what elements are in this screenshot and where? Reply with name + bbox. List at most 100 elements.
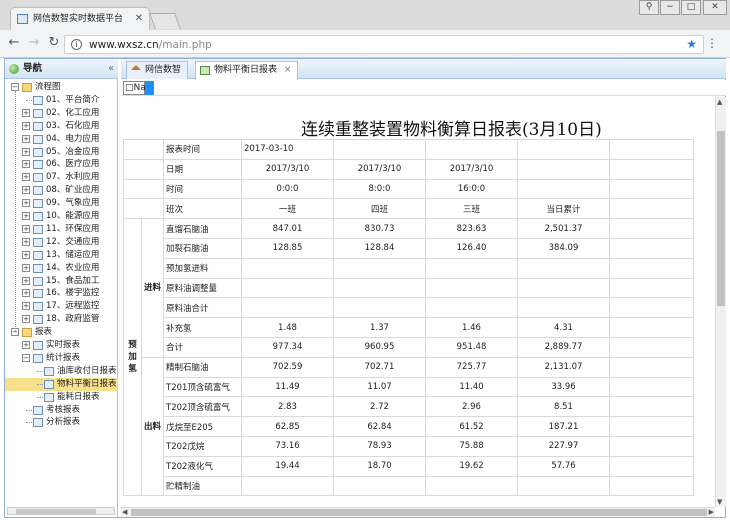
tree-stats-child-2[interactable]: 物料平衡日报表 <box>5 377 118 391</box>
expand-icon[interactable]: + <box>22 147 30 156</box>
bookmark-star-icon[interactable]: ★ <box>686 37 697 51</box>
minimize-icon[interactable]: − <box>660 0 680 15</box>
tree-item-18[interactable]: +18、政府监管 <box>5 313 118 326</box>
row-label: 时间 <box>163 178 242 200</box>
expand-icon[interactable]: + <box>22 121 30 130</box>
browser-tab[interactable]: 网信数智实时数据平台 ✕ <box>10 7 150 30</box>
tree-item-7[interactable]: +07、水利应用 <box>5 171 118 184</box>
tree-item-6[interactable]: +06、医疗应用 <box>5 158 118 171</box>
tree-item-15[interactable]: +15、食品加工 <box>5 275 118 288</box>
close-tab-icon[interactable]: × <box>284 65 292 75</box>
tree-item-3[interactable]: +03、石化应用 <box>5 120 118 133</box>
tree-root-flowchart[interactable]: − 流程图 <box>5 81 118 94</box>
forward-icon[interactable]: → <box>26 35 42 50</box>
tab-material-balance[interactable]: 物料平衡日报表 × <box>195 61 299 80</box>
expand-icon[interactable]: + <box>22 134 30 143</box>
reload-icon[interactable]: ↻ <box>46 35 62 50</box>
user-icon[interactable]: ⚲ <box>639 0 659 15</box>
report-icon <box>200 66 210 75</box>
tree-item-label: 18、政府监管 <box>46 314 100 325</box>
tree-reports[interactable]: − 报表 <box>5 326 118 339</box>
info-icon[interactable]: i <box>71 39 82 50</box>
scroll-thumb[interactable] <box>16 509 96 514</box>
page-icon <box>33 276 43 286</box>
tree-item-17[interactable]: +17、远程监控 <box>5 300 118 313</box>
tree-item-9[interactable]: +09、气象应用 <box>5 197 118 210</box>
expand-icon[interactable]: + <box>22 289 30 298</box>
expand-icon[interactable]: + <box>22 341 30 349</box>
tree-item-5[interactable]: +05、冶金应用 <box>5 146 118 159</box>
expand-icon[interactable]: + <box>22 186 30 195</box>
tree-connector <box>37 396 43 398</box>
tab-home[interactable]: 网信数智 <box>126 61 189 79</box>
expand-icon[interactable]: + <box>22 199 30 208</box>
tree-item-1[interactable]: 01、平台简介 <box>5 94 118 107</box>
address-bar[interactable]: i www.wxsz.cn/main.php ★ <box>64 35 704 54</box>
scroll-thumb[interactable] <box>131 509 707 516</box>
expand-icon[interactable]: + <box>22 237 30 246</box>
page-icon <box>33 108 43 118</box>
expand-icon[interactable]: + <box>22 212 30 220</box>
tree-item-16[interactable]: +16、楼宇监控 <box>5 287 118 300</box>
tree-item-2[interactable]: +02、化工应用 <box>5 107 118 120</box>
maximize-icon[interactable]: □ <box>681 0 701 15</box>
page-icon <box>33 250 43 260</box>
url-host: www.wxsz.cn <box>89 39 159 51</box>
group-label-main: 预加氢 <box>123 218 142 497</box>
report-vscrollbar[interactable]: ▲ ▼ <box>715 97 726 507</box>
scroll-down-icon[interactable]: ▼ <box>717 498 722 506</box>
expand-icon[interactable]: + <box>22 224 30 233</box>
tree-item-label: 04、电力应用 <box>46 133 100 144</box>
new-tab-button[interactable] <box>149 13 181 29</box>
table-row: 加裂石脑油 128.85 128.84 126.40 384.09 <box>124 237 694 259</box>
collapse-icon[interactable]: − <box>22 353 30 362</box>
close-tab-icon[interactable]: ✕ <box>135 8 143 30</box>
toolbar-input[interactable]: □Na! <box>123 81 149 95</box>
tree-stats-child-1[interactable]: 油库收付日报表 <box>5 365 118 378</box>
tree-item-12[interactable]: +12、交通应用 <box>5 236 118 249</box>
tree-item-8[interactable]: +08、矿业应用 <box>5 184 118 197</box>
scroll-right-icon[interactable]: ▶ <box>709 508 714 516</box>
expand-icon[interactable]: + <box>22 108 30 117</box>
scroll-thumb[interactable] <box>717 131 725 306</box>
cell-value: 0:0:0 <box>241 178 334 200</box>
scroll-left-icon[interactable]: ◀ <box>122 508 127 516</box>
tree-item-13[interactable]: +13、储运应用 <box>5 249 118 262</box>
close-window-icon[interactable]: ✕ <box>703 0 727 15</box>
tree-item-4[interactable]: +04、电力应用 <box>5 133 118 146</box>
expand-icon[interactable]: + <box>22 263 30 272</box>
back-icon[interactable]: ← <box>6 35 22 50</box>
app-frame: 导航 « − 流程图 01、平台简介 +02、化工应用 +03、石化应用 +04、电力应用… <box>4 58 726 518</box>
group-label-in: 进料 <box>141 218 164 358</box>
tree-realtime-reports[interactable]: + 实时报表 <box>5 339 118 352</box>
expand-icon[interactable]: + <box>22 276 30 285</box>
expand-icon[interactable]: + <box>22 160 30 169</box>
toolbar-button[interactable] <box>145 81 154 95</box>
scroll-up-icon[interactable]: ▲ <box>717 98 722 106</box>
tree-assess-reports[interactable]: 考核报表 <box>5 404 118 417</box>
expand-icon[interactable]: + <box>22 250 30 259</box>
report-hscrollbar[interactable]: ◀ ▶ <box>121 507 715 517</box>
cell-value: 4.31 <box>517 317 610 338</box>
expand-icon[interactable]: + <box>22 315 30 324</box>
cell-value: 2.83 <box>241 396 334 418</box>
tree-item-10[interactable]: +10、能源应用 <box>5 210 118 223</box>
tree-item-14[interactable]: +14、农业应用 <box>5 262 118 275</box>
expand-icon[interactable]: + <box>22 173 30 182</box>
sidebar-hscrollbar[interactable] <box>7 507 115 515</box>
tree-item-label: 实时报表 <box>46 340 81 350</box>
row-label: 日期 <box>163 158 242 180</box>
tree-stats-reports[interactable]: − 统计报表 <box>5 352 118 365</box>
tree-analysis-reports[interactable]: 分析报表 <box>5 416 118 429</box>
tree-stats-child-3[interactable]: 能耗日报表 <box>5 391 118 404</box>
empty-cell <box>609 317 694 338</box>
tree-item-11[interactable]: +11、环保应用 <box>5 223 118 236</box>
double-chevron-left-icon[interactable]: « <box>108 59 114 79</box>
table-row: 合计 977.34 960.95 951.48 2,889.77 <box>124 336 694 358</box>
collapse-icon[interactable]: − <box>11 83 19 91</box>
sidebar-title: 导航 <box>23 63 43 74</box>
browser-menu-icon[interactable]: ⋮ <box>706 36 718 50</box>
tree-item-label: 12、交通应用 <box>46 236 100 247</box>
expand-icon[interactable]: + <box>22 302 30 311</box>
url-text[interactable]: www.wxsz.cn/main.php <box>89 39 212 51</box>
